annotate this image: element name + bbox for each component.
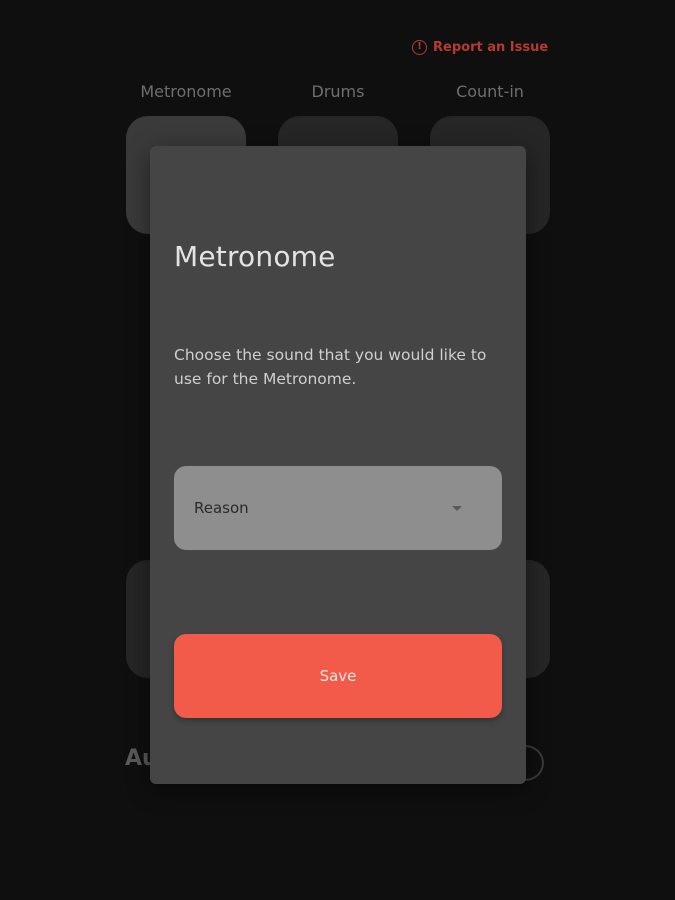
sound-dropdown-value: Reason bbox=[194, 499, 249, 517]
tab-metronome[interactable]: Metronome bbox=[116, 82, 256, 101]
sound-dropdown[interactable]: Reason bbox=[174, 466, 502, 550]
tab-drums[interactable]: Drums bbox=[268, 82, 408, 101]
report-issue-link[interactable]: ! Report an Issue bbox=[412, 37, 548, 57]
sound-select-dialog: Metronome Choose the sound that you woul… bbox=[150, 146, 526, 784]
save-button[interactable]: Save bbox=[174, 634, 502, 718]
dialog-description: Choose the sound that you would like to … bbox=[174, 346, 487, 388]
report-issue-label: Report an Issue bbox=[433, 39, 549, 55]
tab-count-in[interactable]: Count-in bbox=[420, 82, 560, 101]
dialog-title: Metronome bbox=[174, 240, 336, 273]
app-screen: ! Report an Issue Metronome Drums Count-… bbox=[0, 0, 675, 900]
chevron-down-icon bbox=[452, 505, 462, 511]
alert-circle-icon: ! bbox=[412, 39, 427, 55]
